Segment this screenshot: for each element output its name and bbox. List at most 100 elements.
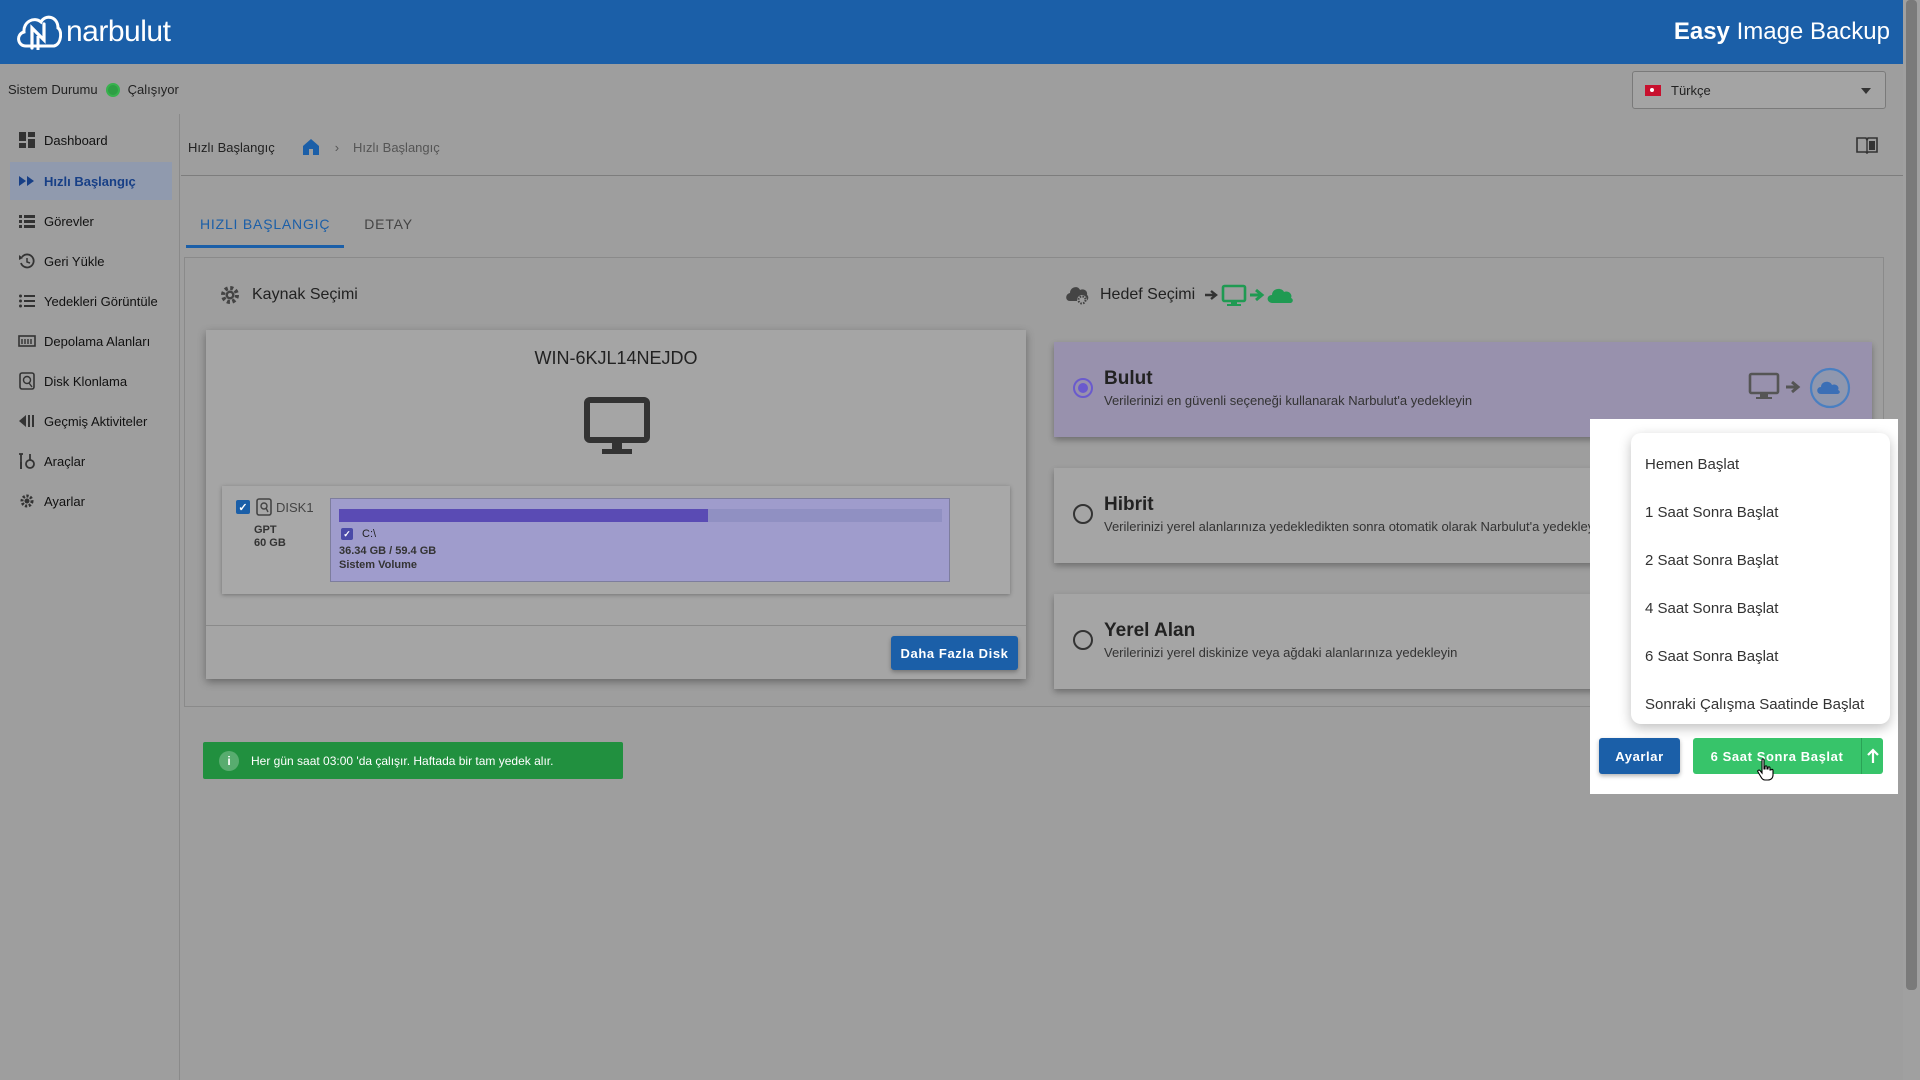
option-title: Hibrit	[1104, 494, 1154, 515]
book-icon[interactable]	[1856, 136, 1878, 154]
volume-usage-fill	[339, 509, 708, 522]
sidebar: Dashboard Hızlı Başlangıç Görevler Geri …	[0, 114, 180, 1080]
disk-checkbox[interactable]: ✓	[236, 500, 250, 514]
volume-label: Sistem Volume	[339, 559, 418, 571]
sidebar-item-storage[interactable]: Depolama Alanları	[10, 322, 172, 360]
sidebar-item-label: Ayarlar	[44, 493, 85, 509]
start-menu-toggle[interactable]	[1861, 738, 1883, 774]
sidebar-item-label: Araçlar	[44, 453, 86, 469]
start-button[interactable]: 6 Saat Sonra Başlat	[1693, 738, 1861, 774]
disk-name: DISK1	[276, 500, 314, 515]
sidebar-item-label: Disk Klonlama	[44, 373, 128, 389]
info-icon: i	[219, 750, 239, 771]
option-description: Verilerinizi yerel alanlarınıza yedekled…	[1104, 519, 1605, 534]
menu-item-start-6h[interactable]: 6 Saat Sonra Başlat	[1645, 648, 1778, 665]
flow-diagram-icon	[1205, 284, 1293, 306]
menu-item-start-4h[interactable]: 4 Saat Sonra Başlat	[1645, 600, 1778, 617]
home-icon[interactable]	[301, 137, 321, 157]
status-value: Çalışıyor	[127, 82, 179, 97]
turkey-flag-icon	[1645, 84, 1661, 96]
sidebar-item-label: Görevler	[44, 213, 94, 229]
bullet-list-icon	[19, 294, 35, 308]
disk-icon	[19, 372, 35, 390]
sidebar-item-view-backups[interactable]: Yedekleri Görüntüle	[10, 282, 172, 320]
menu-item-start-now[interactable]: Hemen Başlat	[1645, 456, 1739, 473]
cloud-radio[interactable]	[1073, 378, 1093, 398]
gear-icon	[20, 494, 34, 508]
sidebar-item-label: Dashboard	[44, 132, 108, 148]
tab-detail[interactable]: DETAY	[350, 206, 427, 248]
breadcrumb-current: Hızlı Başlangıç	[353, 139, 440, 155]
sidebar-item-settings[interactable]: Ayarlar	[10, 482, 172, 520]
language-select[interactable]: Türkçe	[1632, 71, 1886, 109]
option-title: Yerel Alan	[1104, 620, 1196, 641]
source-title-text: Kaynak Seçimi	[252, 286, 358, 303]
dashboard-icon	[19, 132, 35, 148]
schedule-info-banner: i Her gün saat 03:00 'da çalışır. Haftad…	[203, 742, 623, 779]
disk-size: 60 GB	[254, 537, 286, 549]
settings-button[interactable]: Ayarlar	[1599, 738, 1680, 774]
tab-quick-start[interactable]: HIZLI BAŞLANGIÇ	[186, 206, 345, 248]
sidebar-item-dashboard[interactable]: Dashboard	[10, 121, 172, 159]
system-status: Sistem Durumu Çalışıyor	[8, 82, 179, 97]
app-title-rest: Image Backup	[1736, 18, 1890, 45]
chevron-down-icon	[1861, 88, 1871, 94]
status-indicator	[105, 82, 120, 97]
local-radio[interactable]	[1073, 630, 1093, 650]
more-disk-button[interactable]: Daha Fazla Disk	[891, 636, 1018, 670]
option-title: Bulut	[1104, 368, 1153, 389]
cloud-settings-icon	[1066, 287, 1089, 305]
top-bar	[0, 0, 1903, 64]
disk-scheme: GPT	[254, 524, 277, 536]
target-section-title: Hedef Seçimi	[1064, 283, 1315, 307]
sidebar-item-restore[interactable]: Geri Yükle	[10, 242, 172, 280]
volume-checkbox[interactable]: ✓	[341, 528, 353, 540]
source-section-title: Kaynak Seçimi	[218, 283, 358, 307]
language-selected: Türkçe	[1671, 82, 1711, 98]
sidebar-item-history[interactable]: Geçmiş Aktiviteler	[10, 402, 172, 440]
info-text: Her gün saat 03:00 'da çalışır. Haftada …	[251, 753, 554, 768]
hard-disk-icon	[256, 498, 272, 516]
app-title: Easy Image Backup	[1674, 18, 1890, 46]
tab-bar: HIZLI BAŞLANGIÇ DETAY	[186, 206, 427, 248]
hostname: WIN-6KJL14NEJDO	[534, 348, 698, 368]
status-label: Sistem Durumu	[8, 82, 98, 97]
card-divider	[206, 625, 1026, 626]
cloud-target-icon	[1748, 367, 1851, 409]
breadcrumb: Hızlı Başlangıç › Hızlı Başlangıç	[188, 137, 440, 157]
arrow-up-icon	[1866, 748, 1879, 763]
hybrid-radio[interactable]	[1073, 504, 1093, 524]
gear-icon	[221, 286, 239, 304]
menu-item-start-next-window[interactable]: Sonraki Çalışma Saatinde Başlat	[1645, 696, 1864, 713]
restore-icon	[19, 253, 35, 269]
logo-text: narbulut	[66, 15, 171, 48]
sidebar-item-disk-clone[interactable]: Disk Klonlama	[10, 362, 172, 400]
option-description: Verilerinizi en güvenli seçeneği kullana…	[1104, 393, 1473, 408]
volume-letter: C:\	[362, 528, 377, 540]
volume-usage: 36.34 GB / 59.4 GB	[339, 545, 437, 557]
sidebar-item-tasks[interactable]: Görevler	[10, 202, 172, 240]
hand-cursor-icon	[1757, 758, 1774, 781]
breadcrumb-root: Hızlı Başlangıç	[188, 139, 275, 155]
history-icon	[19, 415, 34, 427]
sidebar-item-label: Depolama Alanları	[44, 333, 151, 349]
menu-item-start-2h[interactable]: 2 Saat Sonra Başlat	[1645, 552, 1778, 569]
option-description: Verilerinizi yerel diskinize veya ağdaki…	[1104, 645, 1458, 660]
sidebar-item-quick-start[interactable]: Hızlı Başlangıç	[10, 162, 172, 200]
cloud-logo-icon	[17, 15, 62, 50]
sidebar-item-tools[interactable]: Araçlar	[10, 442, 172, 480]
narbulut-logo[interactable]: narbulut	[14, 8, 171, 56]
tools-icon	[19, 453, 35, 469]
fast-forward-icon	[19, 176, 34, 186]
sidebar-item-label: Yedekleri Görüntüle	[44, 293, 158, 309]
menu-item-start-1h[interactable]: 1 Saat Sonra Başlat	[1645, 504, 1778, 521]
storage-icon	[18, 335, 36, 347]
sidebar-item-label: Hızlı Başlangıç	[44, 173, 136, 189]
list-icon	[19, 215, 35, 228]
status-bar	[0, 64, 1903, 114]
target-title-text: Hedef Seçimi	[1100, 286, 1196, 303]
scrollbar-thumb[interactable]	[1906, 0, 1917, 990]
sidebar-item-label: Geçmiş Aktiviteler	[44, 413, 148, 429]
sidebar-item-label: Geri Yükle	[44, 253, 105, 269]
start-menu: Hemen Başlat 1 Saat Sonra Başlat 2 Saat …	[1631, 433, 1890, 724]
